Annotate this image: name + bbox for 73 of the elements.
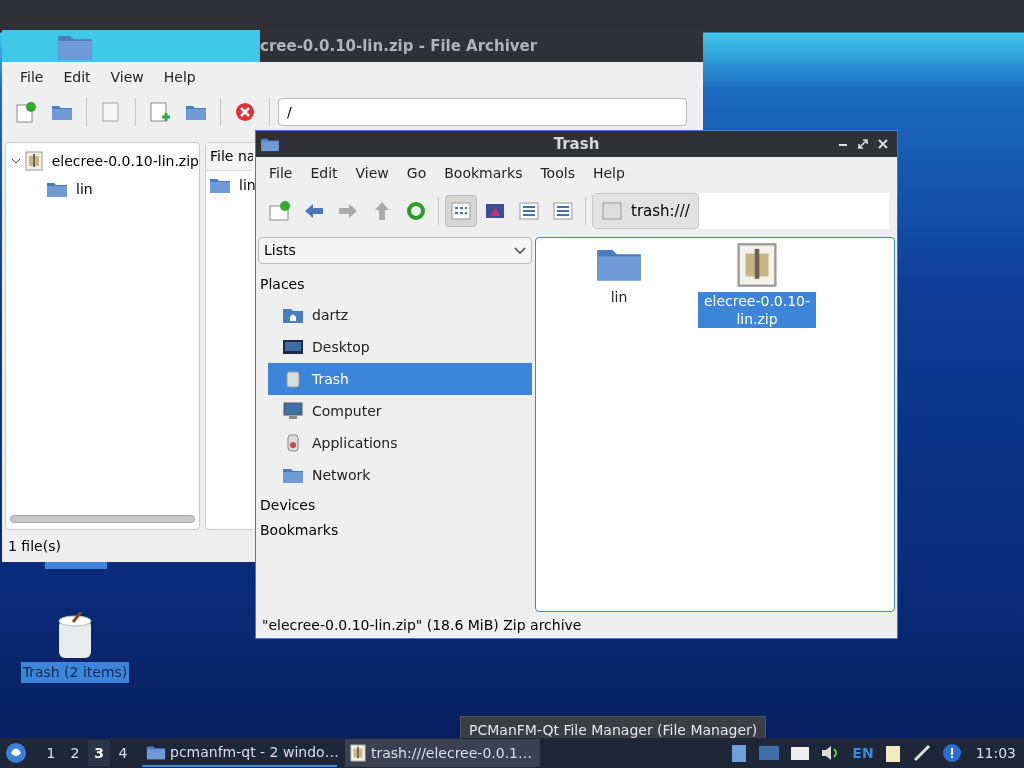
up-arrow-icon [374,201,390,221]
right-arrow-icon [338,203,358,219]
document-icon [101,101,121,123]
location-button[interactable]: trash:/// [592,193,699,229]
new-window-icon [269,200,291,222]
menu-item[interactable]: Edit [301,162,347,184]
task-button[interactable]: trash:///elecree-0.0.1… [345,739,540,767]
window-title: cree-0.0.10-lin.zip - File Archiver [260,35,538,57]
menu-item[interactable]: Edit [53,66,101,88]
tree-item[interactable]: elecree-0.0.10-lin.zip [51,150,199,172]
menu-item[interactable]: Bookmarks [435,162,532,184]
new-file-icon [15,101,37,123]
section-header[interactable]: Devices [258,495,532,516]
menu-item[interactable]: File [260,162,302,184]
side-pane-select[interactable]: Lists [258,237,532,264]
maximize-icon[interactable] [857,138,869,150]
folder-icon [46,180,68,198]
desktop-switch[interactable]: 4 [112,740,134,766]
section-header[interactable]: Bookmarks [258,520,532,541]
status-text: 1 file(s) [8,536,61,556]
menu-item[interactable]: Go [397,162,436,184]
place-item[interactable]: Applications [268,427,532,459]
place-item[interactable]: Network [268,459,532,491]
clock[interactable]: 11:03 [971,742,1020,764]
view-mode-button[interactable] [445,195,477,227]
desktop-switch[interactable]: 1 [40,740,62,766]
place-item[interactable]: Computer [268,395,532,427]
file-name[interactable]: lin [239,174,256,196]
language-indicator[interactable]: EN [852,742,874,764]
desktop-icon [282,337,304,357]
file-label[interactable]: lin [560,288,678,306]
archive-icon [349,744,367,762]
place-item[interactable]: dartz [268,299,532,331]
desktop-switch[interactable]: 2 [64,740,86,766]
stop-icon [235,102,255,122]
menu-item[interactable]: File [10,66,54,88]
menu-item[interactable]: Help [583,162,634,184]
menu-item[interactable]: View [100,66,154,88]
folder-icon [260,136,280,152]
list-view-icon [553,202,573,220]
reload-icon [406,201,426,221]
file-label[interactable]: elecree-0.0.10-lin.zip [698,292,816,328]
menu-item[interactable]: Tools [531,162,584,184]
status-text: "elecree-0.0.10-lin.zip" (18.6 MiB) Zip archive [262,615,582,635]
chevron-down-icon [514,246,526,255]
list-view-icon [519,202,539,220]
computer-icon [282,401,304,421]
folder-icon [209,176,231,194]
place-item[interactable]: Trash [268,363,532,395]
archive-icon [734,242,780,288]
menu-item[interactable]: View [346,162,398,184]
info-icon[interactable] [941,743,962,763]
menu-item[interactable]: Help [153,66,206,88]
add-file-icon [149,101,171,123]
add-folder-icon [185,103,207,121]
close-icon[interactable] [877,138,889,150]
desktop-icon-label[interactable]: Trash (2 items) [20,662,130,683]
tree-item[interactable]: lin [76,178,93,200]
desktop-switch[interactable]: 3 [88,740,110,766]
left-arrow-icon [304,203,324,219]
open-folder-icon [51,103,73,121]
path-field[interactable]: / [278,98,687,126]
start-menu-icon[interactable] [4,741,28,765]
window-title: Trash [553,133,600,155]
monitor-icon[interactable] [758,744,781,762]
list-view-icon [451,202,471,220]
section-header[interactable]: Places [258,274,532,295]
task-button[interactable]: pcmanfm-qt - 2 windo… [142,739,337,767]
trash-bin-icon[interactable] [55,612,95,660]
archive-icon [23,151,44,171]
scrollbar[interactable] [10,515,195,523]
place-item[interactable]: Desktop [268,331,532,363]
picture-icon [485,202,505,220]
